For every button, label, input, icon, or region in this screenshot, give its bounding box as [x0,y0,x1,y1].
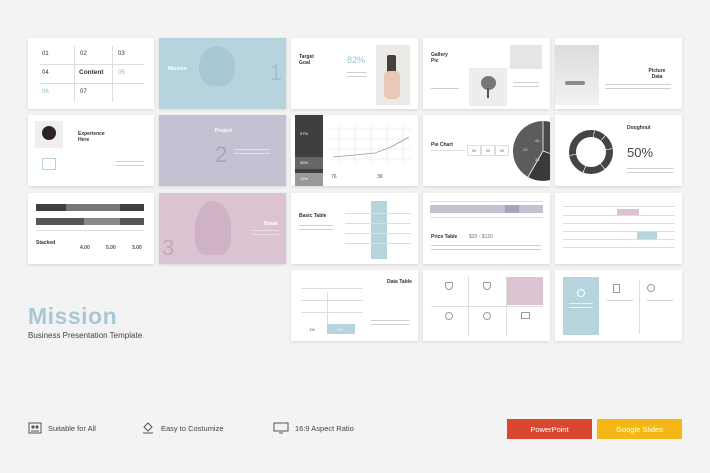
icon-grid-highlight [507,277,543,305]
experience-photo [35,121,63,148]
pie-cell-1: 00 [467,145,481,156]
price-table-header [430,205,543,213]
pie-slice-label-3: 23 [523,147,528,152]
brand-title: Mission [28,303,118,329]
project-label: Project [215,128,232,134]
gallery-label: Gallery Pic [431,52,448,64]
feature-icon-1 [613,284,620,293]
pie-slice-label-2: 33 [535,157,540,162]
award-icon [483,312,491,320]
percent-value-3: 15% [300,176,309,181]
slide-doughnut[interactable]: Doughnut 50% [555,115,682,186]
target-goal-percent: 82% [347,55,366,65]
percent-value-1: 57% [300,131,309,136]
stacked-label: Stacked [36,240,56,246]
chart-foot-right: 3K [377,174,384,180]
contents-grid: 01 02 03 04 Content 05 06 07 [28,38,154,109]
slide-contents[interactable]: 01 02 03 04 Content 05 06 07 [28,38,154,109]
cup-icon [483,282,491,290]
percent-sidebar: 57% 30% 15% [295,115,323,186]
slide-stacked[interactable]: Stacked 4.00 5.00 3.00 [28,193,154,264]
contents-num-1: 01 [42,51,49,57]
trophy-icon [445,282,453,290]
contents-num-6: 06 [42,89,49,95]
stacked-bar-1 [36,204,144,211]
slide-pie-chart[interactable]: Pie Chart 00 00 00 44 33 23 [423,115,550,186]
slide-mission[interactable]: Mission 1 [159,38,286,109]
mission-slide-label: Mission [168,66,187,72]
slide-experience[interactable]: Experience Here [28,115,154,186]
contents-num-7: 07 [80,89,87,95]
feature-customize: Easy to Costumize [141,422,224,434]
feature-blue-panel [563,277,599,335]
phone-photo [376,45,410,105]
contents-center: Content [79,69,104,76]
break-label: Break [264,221,278,227]
data-table-value-1: 1% [309,327,315,332]
feature-suitable-label: Suitable for All [48,423,96,433]
contents-num-3: 03 [118,51,125,57]
experience-label: Experience Here [78,131,105,143]
powerpoint-button[interactable]: PowerPoint [507,419,592,439]
camera-icon [521,312,530,319]
basic-table-highlight-column [371,201,387,259]
project-num: 2 [215,142,228,167]
line-chart [329,125,411,163]
contents-num-2: 02 [80,51,87,57]
mission-slide-num: 1 [269,60,282,85]
person-silhouette [199,46,235,86]
break-portrait [195,201,231,255]
contents-num-5: 05 [118,70,125,76]
pie-cell-3: 00 [495,145,509,156]
price-table-label: Price Table [431,234,458,240]
break-num: 3 [162,235,175,260]
chart-foot-left: 76 [331,174,337,180]
target-goal-label: Target Goal [299,54,314,66]
feature-ratio: 16:9 Aspect Ratio [273,422,354,434]
contents-num-4: 04 [42,70,49,76]
pie-graphic: 44 33 23 [513,121,550,181]
price-range: $20 - $120 [469,234,493,240]
experience-icon [42,158,56,170]
slide-table-plain[interactable] [555,193,682,264]
stacked-value-1: 4.00 [80,245,90,251]
stacked-value-3: 3.00 [132,245,142,251]
stacked-value-2: 5.00 [106,245,116,251]
monitor-icon [273,422,289,434]
stacked-bar-2 [36,218,144,225]
feature-ratio-label: 16:9 Aspect Ratio [295,423,354,433]
brush-icon [143,422,153,434]
slide-bar-percent[interactable]: 57% 30% 15% 76 3K [291,115,418,186]
gallery-photo-2 [510,45,542,69]
google-slides-button[interactable]: Google Slides [597,419,682,439]
pie-chart-label: Pie Chart [431,142,453,148]
feature-icon-2 [647,284,655,292]
doughnut-value: 50% [627,145,654,160]
doughnut-label: Doughnut [627,125,651,131]
feature-suitable: Suitable for All [28,422,96,434]
picture-data-label: Picture Data [648,68,666,80]
brand-subtitle: Business Presentation Template [28,331,143,340]
slide-picture-data[interactable]: Picture Data [555,38,682,109]
bulb-icon [445,312,453,320]
pie-cell-2: 00 [481,145,495,156]
gallery-tree-photo [469,68,507,106]
slide-break[interactable]: 3 Break [159,193,286,264]
slide-data-table[interactable]: Data Table 1% 1% [291,270,418,341]
picture-photo [555,45,599,105]
percent-value-2: 30% [300,160,309,165]
slide-basic-table[interactable]: Basic Table [291,193,418,264]
slide-target-goal[interactable]: Target Goal 82% [291,38,418,109]
basic-table-label: Basic Table [299,213,327,219]
slide-price-table[interactable]: Price Table $20 - $120 [423,193,550,264]
slide-feature-list[interactable] [555,270,682,341]
pie-slice-label-1: 44 [535,138,540,143]
data-table-label: Data Table [387,279,412,285]
data-table-value-2: 1% [337,327,343,332]
slide-project[interactable]: Project 2 [159,115,286,186]
slide-icon-grid[interactable] [423,270,550,341]
feature-customize-label: Easy to Costumize [161,423,224,433]
slide-gallery[interactable]: Gallery Pic [423,38,550,109]
people-icon [28,422,42,434]
